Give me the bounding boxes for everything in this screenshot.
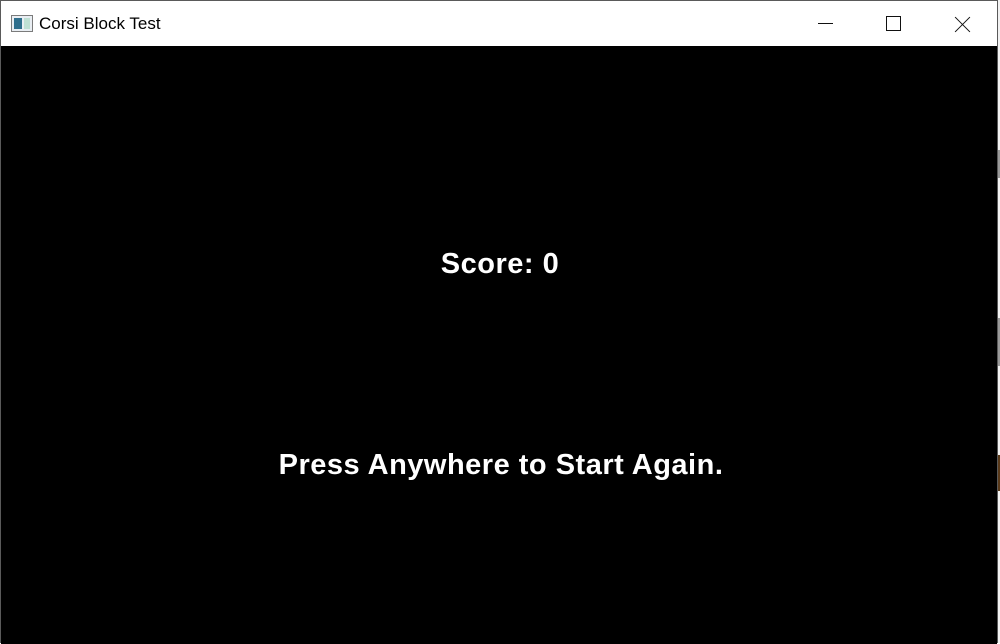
app-window: Corsi Block Test Score: 0 Press Anywhere…: [0, 0, 998, 644]
window-title: Corsi Block Test: [39, 14, 161, 33]
maximize-icon: [885, 16, 901, 31]
score-label: Score: 0: [440, 248, 560, 280]
close-icon: [955, 16, 971, 32]
maximize-button[interactable]: [859, 1, 927, 46]
minimize-icon: [817, 23, 833, 24]
minimize-button[interactable]: [791, 1, 859, 46]
restart-prompt: Press Anywhere to Start Again.: [278, 449, 724, 481]
close-button[interactable]: [929, 1, 997, 46]
game-canvas[interactable]: Score: 0 Press Anywhere to Start Again.: [1, 46, 997, 644]
title-bar[interactable]: Corsi Block Test: [1, 1, 997, 46]
application-window-icon[interactable]: [11, 15, 33, 32]
